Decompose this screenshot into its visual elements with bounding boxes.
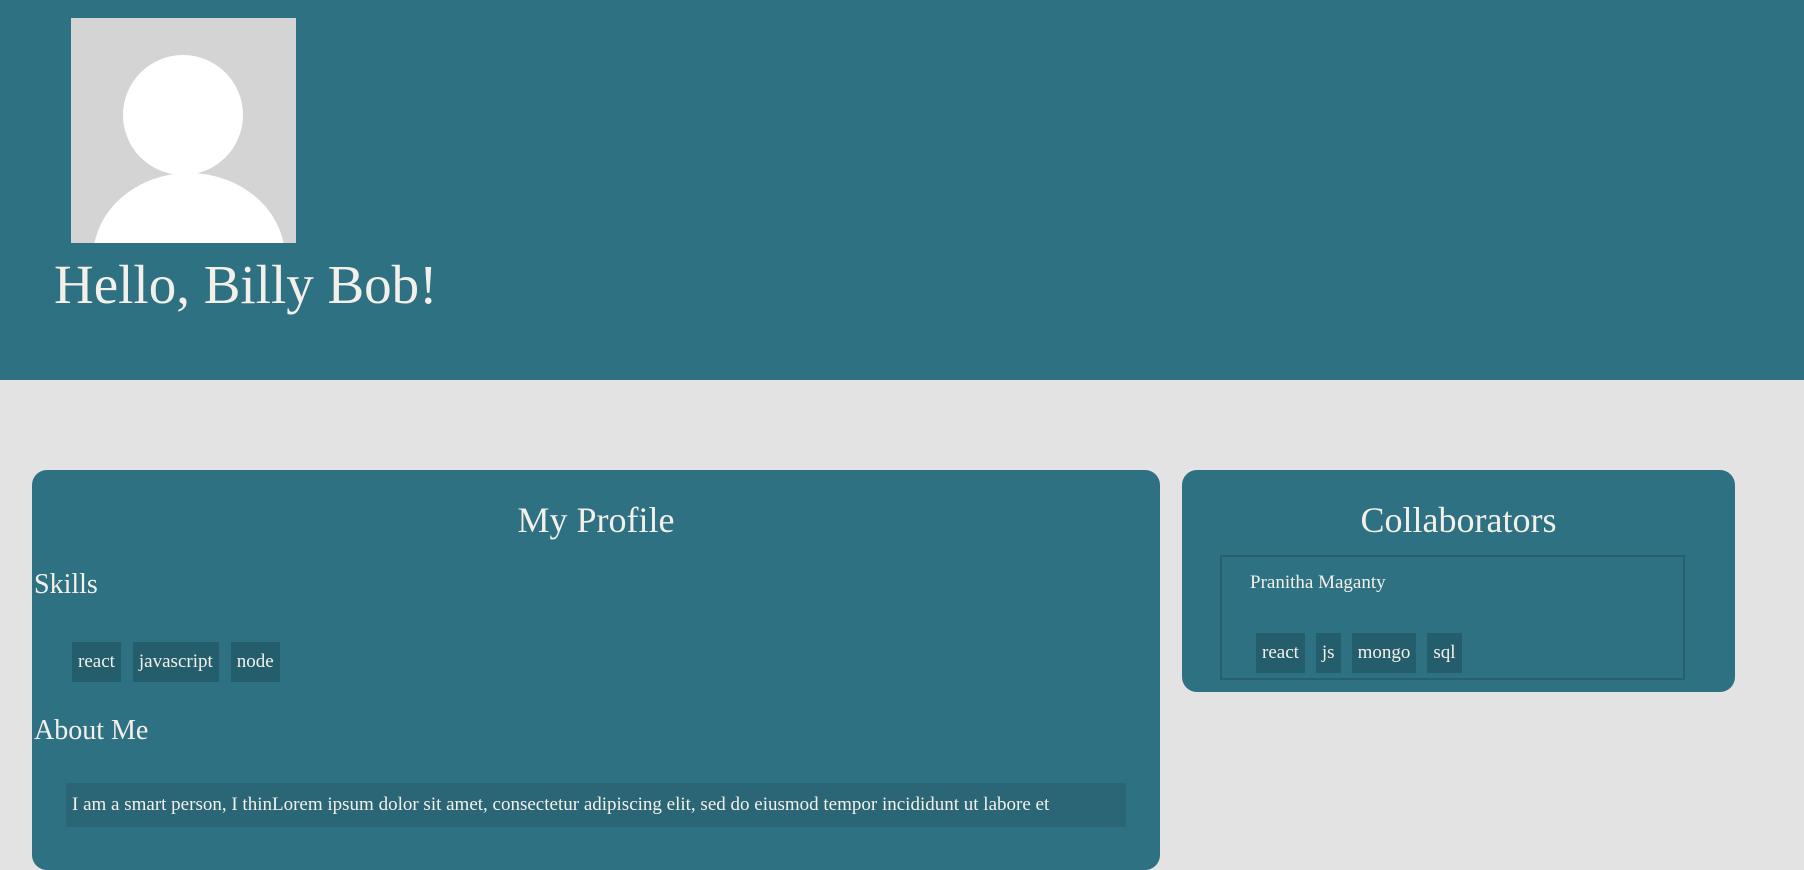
collaborator-skill-tag: js [1315, 633, 1341, 673]
collaborator-skill-tag: mongo [1351, 633, 1417, 673]
about-me-text: I am a smart person, I thinLorem ipsum d… [66, 783, 1126, 827]
skills-tag-list: react javascript node [72, 642, 280, 682]
avatar [71, 18, 296, 243]
default-user-avatar-icon [71, 18, 296, 243]
collaborator-name: Pranitha Maganty [1250, 572, 1386, 593]
skill-tag: javascript [132, 642, 219, 682]
collaborators-title: Collaborators [1360, 500, 1557, 540]
skills-title: Skills [34, 569, 98, 600]
collaborator-skill-tag: sql [1427, 633, 1462, 673]
collaborator-skills-tag-list: react js mongo sql [1256, 633, 1462, 673]
about-me-title: About Me [34, 715, 149, 746]
skill-tag: node [230, 642, 280, 682]
profile-header: Hello, Billy Bob! [0, 0, 1804, 380]
my-profile-title: My Profile [517, 500, 675, 540]
collaborator-skill-tag: react [1256, 633, 1305, 673]
skill-tag: react [72, 642, 121, 682]
greeting-title: Hello, Billy Bob! [54, 254, 438, 315]
